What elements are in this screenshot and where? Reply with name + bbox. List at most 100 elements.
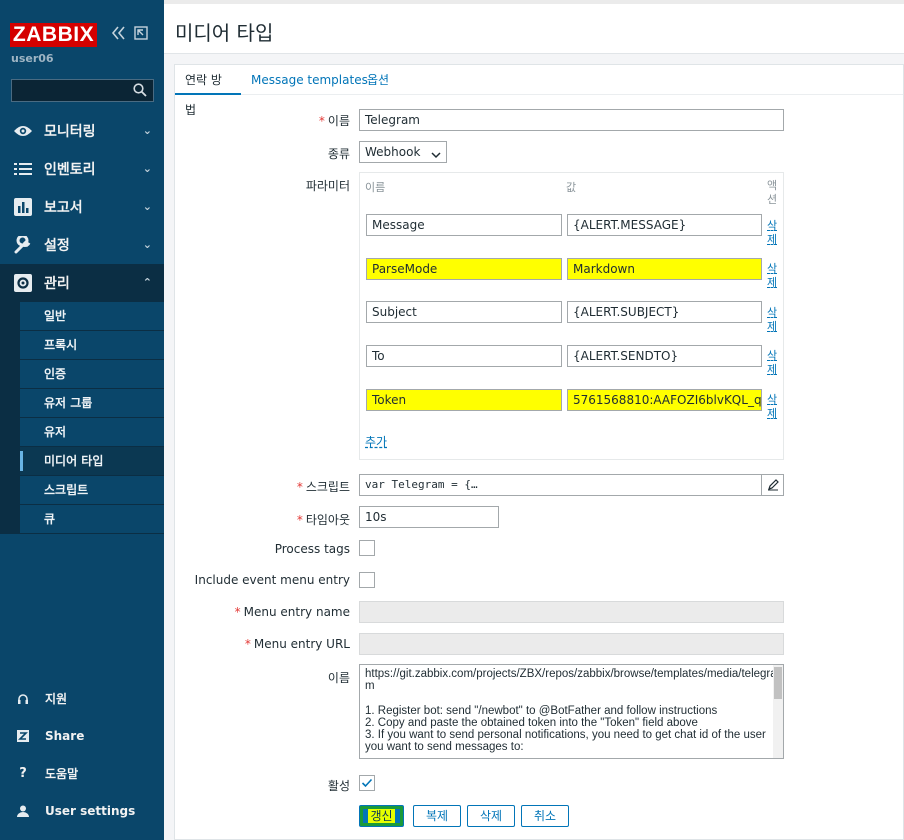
enabled-label: 활성: [327, 779, 350, 793]
include-event-menu-label: Include event menu entry: [194, 573, 350, 587]
eye-icon: [12, 120, 34, 142]
param-value-input[interactable]: {ALERT.SUBJECT}: [567, 301, 762, 323]
clone-button[interactable]: 복제: [413, 805, 462, 827]
type-select[interactable]: Webhook: [359, 141, 447, 163]
description-line: m: [365, 680, 375, 693]
edit-pencil-icon[interactable]: [761, 475, 783, 495]
parameters-label: 파라미터: [305, 179, 350, 193]
param-value-input[interactable]: Markdown: [567, 258, 762, 280]
description-line: [365, 692, 767, 704]
administration-submenu: 일반 프록시 인증 유저 그룹 유저 미디어 타입 스크립트 큐: [0, 302, 164, 534]
submenu-scripts[interactable]: 스크립트: [20, 476, 164, 505]
bottom-menu: 지원 Share ? 도움말 User settings: [0, 680, 164, 830]
process-tags-checkbox[interactable]: [359, 540, 375, 556]
menu-reports-label: 보고서: [44, 200, 83, 216]
param-remove-link[interactable]: 삭제: [767, 219, 779, 247]
menu-user-settings[interactable]: User settings: [0, 793, 164, 831]
textarea-scrollbar[interactable]: [773, 665, 783, 758]
zabbix-logo[interactable]: ZABBIX: [10, 23, 97, 47]
sidebar-search-input[interactable]: [11, 79, 154, 102]
menu-entry-url-label: * Menu entry URL: [244, 637, 350, 651]
menu-reports[interactable]: 보고서 ⌄: [0, 188, 164, 226]
param-value-input[interactable]: 5761568810:AAFOZI6blvKQL_qTKvE: [567, 389, 762, 411]
param-col-value: 값: [566, 181, 577, 194]
param-name-input[interactable]: Message: [366, 214, 562, 236]
param-remove-link[interactable]: 삭제: [767, 306, 779, 334]
browser-top-strip: [164, 0, 904, 4]
wrench-icon: [12, 234, 34, 256]
submenu-user-groups[interactable]: 유저 그룹: [20, 389, 164, 418]
chevron-down-icon: ⌄: [142, 200, 152, 213]
scrollbar-thumb[interactable]: [774, 667, 782, 699]
submenu-users[interactable]: 유저: [20, 418, 164, 447]
description-line: 1. Register bot: send "/newbot" to @BotF…: [365, 704, 718, 717]
timeout-input[interactable]: 10s: [359, 506, 499, 528]
param-remove-link[interactable]: 삭제: [767, 262, 779, 290]
menu-help-label: 도움말: [45, 767, 79, 782]
type-select-value: Webhook: [365, 145, 421, 159]
param-name-input[interactable]: ParseMode: [366, 258, 562, 280]
gear-icon: [12, 272, 34, 294]
menu-configuration[interactable]: 설정 ⌄: [0, 226, 164, 264]
chevron-up-icon: ⌃: [142, 276, 152, 289]
menu-help[interactable]: ? 도움말: [0, 755, 164, 793]
type-label: 종류: [327, 147, 350, 161]
page-header: 미디어 타입: [164, 0, 904, 54]
param-name-input[interactable]: Token: [366, 389, 562, 411]
param-value-input[interactable]: {ALERT.MESSAGE}: [567, 214, 762, 236]
script-label: * 스크립트: [296, 480, 350, 494]
script-input[interactable]: var Telegram = {…: [359, 474, 784, 496]
param-value-input[interactable]: {ALERT.SENDTO}: [567, 345, 762, 367]
menu-administration-label: 관리: [44, 276, 70, 292]
menu-inventory[interactable]: 인벤토리 ⌄: [0, 150, 164, 188]
script-value: var Telegram = {…: [365, 478, 478, 491]
update-button[interactable]: 갱신: [359, 805, 404, 827]
param-col-action: 액션: [767, 179, 778, 206]
menu-support-label: 지원: [45, 692, 68, 707]
help-icon: ?: [19, 766, 27, 782]
menu-administration[interactable]: 관리 ⌃: [0, 264, 164, 302]
page-title: 미디어 타입: [175, 21, 274, 45]
parameters-table: 이름 값 액션 Message {ALERT.MESSAGE} 삭제 Parse…: [359, 172, 784, 460]
menu-inventory-label: 인벤토리: [44, 162, 96, 178]
collapse-sidebar-icon[interactable]: [111, 26, 127, 44]
param-remove-link[interactable]: 삭제: [767, 349, 779, 377]
description-line: 3. If you want to send personal notifica…: [365, 729, 766, 741]
kiosk-mode-icon[interactable]: [134, 26, 148, 44]
param-col-name: 이름: [365, 181, 386, 194]
enabled-checkbox[interactable]: [359, 775, 375, 791]
description-label: 이름: [327, 671, 350, 685]
param-remove-link[interactable]: 삭제: [767, 393, 779, 421]
submenu-authentication[interactable]: 인증: [20, 360, 164, 389]
submenu-general[interactable]: 일반: [20, 302, 164, 331]
chart-icon: [12, 196, 34, 218]
submenu-queue[interactable]: 큐: [20, 505, 164, 534]
menu-configuration-label: 설정: [44, 238, 70, 254]
delete-button[interactable]: 삭제: [467, 805, 516, 827]
submenu-media-types[interactable]: 미디어 타입: [20, 447, 164, 476]
tab-media-type[interactable]: 연락 방법: [175, 65, 241, 117]
user-icon: [14, 805, 32, 818]
cancel-button[interactable]: 취소: [521, 805, 570, 827]
description-textarea[interactable]: https://git.zabbix.com/projects/ZBX/repo…: [359, 664, 784, 759]
param-name-input[interactable]: To: [366, 345, 562, 367]
chevron-down-icon: ⌄: [142, 238, 152, 251]
menu-monitoring[interactable]: 모니터링 ⌄: [0, 112, 164, 150]
menu-entry-url-input: [359, 633, 784, 655]
menu-share[interactable]: Share: [0, 718, 164, 756]
tab-options[interactable]: 옵션: [357, 65, 399, 95]
timeout-label: * 타임아웃: [296, 513, 350, 527]
update-button-label: 갱신: [368, 809, 395, 823]
name-input[interactable]: Telegram: [359, 109, 784, 131]
search-icon[interactable]: [133, 83, 147, 100]
sidebar: ZABBIX user06 모니터링 ⌄ 인벤토리 ⌄ 보고서 ⌄ 설정 ⌄ 관…: [0, 0, 164, 840]
include-event-menu-checkbox[interactable]: [359, 572, 375, 588]
submenu-proxies[interactable]: 프록시: [20, 331, 164, 360]
param-add-link[interactable]: 추가: [365, 433, 387, 450]
process-tags-label: Process tags: [274, 542, 350, 556]
param-name-input[interactable]: Subject: [366, 301, 562, 323]
menu-entry-name-input: [359, 601, 784, 623]
description-line: you want to send messages to:: [365, 741, 524, 754]
menu-support[interactable]: 지원: [0, 680, 164, 718]
menu-user-settings-label: User settings: [45, 804, 136, 819]
